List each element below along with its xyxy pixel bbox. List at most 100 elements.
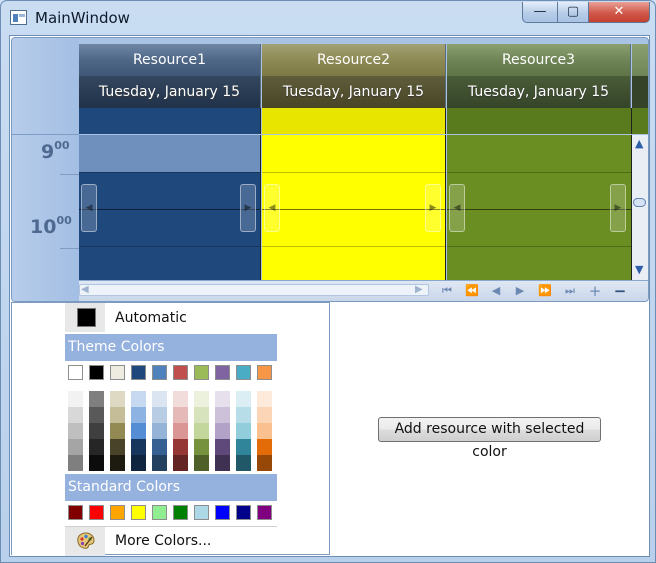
standard-color-swatch[interactable] — [110, 505, 125, 520]
theme-shade-swatch[interactable] — [110, 439, 125, 455]
theme-shade-swatch[interactable] — [236, 423, 251, 439]
resource-header-3[interactable]: Resource3 — [447, 44, 631, 76]
scroll-left-arrow[interactable]: ◀ — [81, 284, 89, 295]
previous-page-icon[interactable]: ⏪ — [461, 283, 483, 299]
next-page-icon[interactable]: ⏩ — [534, 283, 556, 299]
theme-shade-swatch[interactable] — [215, 439, 230, 455]
theme-shade-swatch[interactable] — [152, 423, 167, 439]
prev-appointment-arrow[interactable]: ◀ — [81, 184, 97, 232]
theme-color-swatch[interactable] — [152, 365, 167, 380]
standard-color-swatch[interactable] — [89, 505, 104, 520]
add-resource-button[interactable]: Add resource with selected color — [378, 417, 601, 460]
theme-shade-swatch[interactable] — [110, 407, 125, 423]
standard-color-swatch[interactable] — [131, 505, 146, 520]
theme-shade-swatch[interactable] — [215, 391, 230, 407]
theme-color-swatch[interactable] — [194, 365, 209, 380]
next-appointment-arrow[interactable]: ▶ — [240, 184, 256, 232]
theme-shade-swatch[interactable] — [68, 439, 83, 455]
theme-shade-swatch[interactable] — [110, 423, 125, 439]
prev-appointment-arrow[interactable]: ◀ — [264, 184, 280, 232]
automatic-option[interactable]: Automatic — [115, 310, 187, 326]
standard-color-swatch[interactable] — [257, 505, 272, 520]
app-window-icon[interactable] — [10, 10, 27, 25]
theme-shade-swatch[interactable] — [236, 439, 251, 455]
theme-shade-swatch[interactable] — [152, 391, 167, 407]
theme-shade-swatch[interactable] — [68, 455, 83, 471]
standard-color-swatch[interactable] — [236, 505, 251, 520]
theme-shade-swatch[interactable] — [68, 423, 83, 439]
theme-shade-swatch[interactable] — [68, 391, 83, 407]
theme-shade-swatch[interactable] — [173, 439, 188, 455]
first-page-icon[interactable]: ⏮ — [436, 283, 458, 299]
date-header-3[interactable]: Tuesday, January 15 — [447, 76, 631, 108]
resource-column-1[interactable]: ◀ ▶ — [79, 135, 261, 280]
scroll-up-arrow[interactable]: ▲ — [635, 137, 643, 150]
theme-shade-swatch[interactable] — [236, 391, 251, 407]
standard-color-swatch[interactable] — [194, 505, 209, 520]
theme-color-swatch[interactable] — [257, 365, 272, 380]
vertical-scrollbar[interactable]: ▲ ▼ — [632, 135, 648, 280]
selected-timeslot[interactable] — [79, 135, 260, 172]
zoom-out-icon[interactable]: − — [609, 283, 631, 299]
automatic-color-swatch[interactable] — [77, 308, 96, 327]
theme-shade-swatch[interactable] — [131, 423, 146, 439]
date-header-2[interactable]: Tuesday, January 15 — [262, 76, 446, 108]
theme-shade-swatch[interactable] — [131, 455, 146, 471]
theme-shade-swatch[interactable] — [173, 407, 188, 423]
theme-shade-swatch[interactable] — [89, 407, 104, 423]
theme-shade-swatch[interactable] — [173, 391, 188, 407]
theme-color-swatch[interactable] — [215, 365, 230, 380]
theme-shade-swatch[interactable] — [236, 455, 251, 471]
title-bar[interactable]: MainWindow — ▢ ✕ — [1, 1, 656, 35]
theme-color-swatch[interactable] — [173, 365, 188, 380]
theme-shade-swatch[interactable] — [257, 407, 272, 423]
theme-shade-swatch[interactable] — [89, 439, 104, 455]
resource-header-2[interactable]: Resource2 — [262, 44, 446, 76]
theme-shade-swatch[interactable] — [89, 423, 104, 439]
theme-shade-swatch[interactable] — [215, 407, 230, 423]
horizontal-scrollbar[interactable]: ◀ ▶ — [79, 284, 429, 296]
theme-shade-swatch[interactable] — [173, 455, 188, 471]
standard-color-swatch[interactable] — [152, 505, 167, 520]
theme-shade-swatch[interactable] — [89, 391, 104, 407]
vertical-scroll-thumb[interactable] — [633, 198, 646, 207]
theme-shade-swatch[interactable] — [110, 391, 125, 407]
standard-color-swatch[interactable] — [215, 505, 230, 520]
theme-shade-swatch[interactable] — [89, 455, 104, 471]
theme-shade-swatch[interactable] — [152, 439, 167, 455]
theme-shade-swatch[interactable] — [194, 391, 209, 407]
last-page-icon[interactable]: ⏭ — [559, 283, 581, 299]
theme-shade-swatch[interactable] — [110, 455, 125, 471]
theme-shade-swatch[interactable] — [152, 455, 167, 471]
theme-shade-swatch[interactable] — [68, 407, 83, 423]
date-header-1[interactable]: Tuesday, January 15 — [79, 76, 261, 108]
maximize-button[interactable]: ▢ — [557, 2, 589, 23]
theme-shade-swatch[interactable] — [215, 455, 230, 471]
standard-color-swatch[interactable] — [173, 505, 188, 520]
theme-shade-swatch[interactable] — [131, 439, 146, 455]
resource-column-2[interactable]: ◀ ▶ — [262, 135, 446, 280]
theme-color-swatch[interactable] — [131, 365, 146, 380]
zoom-in-icon[interactable]: + — [584, 283, 606, 299]
all-day-cell-3[interactable] — [447, 108, 632, 134]
theme-shade-swatch[interactable] — [173, 423, 188, 439]
theme-shade-swatch[interactable] — [194, 439, 209, 455]
theme-shade-swatch[interactable] — [194, 455, 209, 471]
theme-shade-swatch[interactable] — [236, 407, 251, 423]
scroll-down-arrow[interactable]: ▼ — [635, 263, 643, 276]
theme-color-swatch[interactable] — [89, 365, 104, 380]
theme-shade-swatch[interactable] — [152, 407, 167, 423]
theme-color-swatch[interactable] — [110, 365, 125, 380]
palette-icon[interactable] — [76, 531, 96, 551]
resource-header-1[interactable]: Resource1 — [79, 44, 261, 76]
all-day-cell-2[interactable] — [262, 108, 446, 134]
all-day-cell-1[interactable] — [79, 108, 261, 134]
resource-column-3[interactable]: ◀ ▶ — [447, 135, 632, 280]
theme-shade-swatch[interactable] — [257, 455, 272, 471]
theme-shade-swatch[interactable] — [257, 391, 272, 407]
theme-shade-swatch[interactable] — [257, 423, 272, 439]
minimize-button[interactable]: — — [522, 2, 558, 23]
theme-color-swatch[interactable] — [236, 365, 251, 380]
standard-color-swatch[interactable] — [68, 505, 83, 520]
theme-shade-swatch[interactable] — [194, 407, 209, 423]
